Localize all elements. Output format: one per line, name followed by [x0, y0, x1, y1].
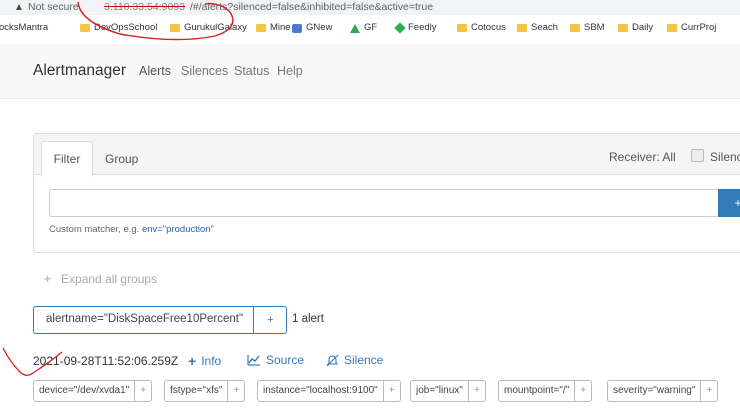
label-add-button[interactable]: +	[467, 381, 485, 401]
bookmark-item[interactable]: DevOpsSchool	[80, 18, 157, 38]
group-add-button[interactable]: +	[253, 307, 287, 333]
source-button[interactable]: Source	[247, 353, 304, 367]
matcher-example: env="production"	[141, 224, 214, 235]
bookmark-item[interactable]: GurukulGalaxy	[170, 18, 247, 38]
bookmark-item[interactable]: Daily	[618, 18, 653, 38]
plus-icon: +	[188, 353, 197, 369]
bell-slash-icon	[326, 354, 339, 366]
alert-timestamp: 2021-09-28T11:52:06.259Z	[33, 354, 179, 368]
silence-button[interactable]: Silence	[326, 353, 383, 367]
label-add-button[interactable]: +	[227, 381, 244, 401]
group-label-text: alertname="DiskSpaceFree10Percent"	[46, 313, 244, 325]
nav-help[interactable]: Help	[277, 64, 303, 78]
brand-link[interactable]: Alertmanager	[33, 62, 126, 80]
bookmark-item[interactable]: Cotocus	[457, 18, 506, 38]
folder-icon	[618, 24, 628, 32]
address-bar[interactable]: ▲ Not secure 3.110.33.54:9093 /#/alerts?…	[0, 0, 740, 15]
nav-alerts[interactable]: Alerts	[139, 64, 171, 78]
gnews-icon	[292, 23, 302, 33]
bookmark-item[interactable]: Seach	[517, 18, 558, 38]
bookmark-item[interactable]: Mine	[256, 18, 291, 38]
silenced-label: Silenced	[710, 150, 740, 164]
tab-group[interactable]: Group	[105, 152, 138, 166]
label-add-button[interactable]: +	[700, 381, 717, 401]
label-chip[interactable]: instance="localhost:9100" +	[257, 380, 401, 402]
folder-icon	[80, 24, 90, 32]
folder-icon	[667, 24, 677, 32]
filter-panel-header: Filter Group Receiver: All Silenced	[34, 134, 740, 177]
nav-status[interactable]: Status	[234, 64, 269, 78]
alert-group-label[interactable]: alertname="DiskSpaceFree10Percent" +	[33, 306, 287, 334]
silenced-checkbox[interactable]	[691, 149, 704, 162]
label-add-button[interactable]: +	[134, 381, 151, 401]
bookmark-item[interactable]: ocksMantra	[0, 18, 48, 38]
warning-icon: ▲	[14, 2, 24, 13]
folder-icon	[256, 24, 266, 32]
plus-icon: +	[44, 272, 52, 286]
nav-silences[interactable]: Silences	[181, 64, 228, 78]
navbar: Alertmanager Alerts Silences Status Help	[0, 44, 740, 99]
label-add-button[interactable]: +	[574, 381, 591, 401]
filter-panel: Filter Group Receiver: All Silenced + Cu…	[33, 133, 740, 253]
label-chip[interactable]: mountpoint="/" +	[498, 380, 593, 402]
label-chip[interactable]: severity="warning" +	[607, 380, 719, 402]
folder-icon	[457, 24, 467, 32]
label-chip[interactable]: fstype="xfs" +	[164, 380, 246, 402]
label-chip[interactable]: job="linux" +	[410, 380, 486, 402]
label-add-button[interactable]: +	[382, 381, 400, 401]
folder-icon	[517, 24, 527, 32]
bookmark-item[interactable]: GF	[350, 18, 377, 38]
bookmark-item[interactable]: SBM	[570, 18, 605, 38]
feedly-icon	[394, 22, 406, 34]
add-filter-button[interactable]: +	[718, 189, 740, 217]
chart-icon	[247, 355, 260, 366]
receiver-select[interactable]: Receiver: All	[609, 150, 676, 164]
tab-filter[interactable]: Filter	[41, 141, 93, 177]
matcher-hint: Custom matcher, e.g. env="production"	[49, 224, 214, 235]
bookmark-item[interactable]: GNew	[292, 18, 332, 38]
filter-input[interactable]	[49, 189, 719, 217]
folder-icon	[570, 24, 580, 32]
drive-icon	[350, 23, 360, 33]
bookmark-item[interactable]: Feedly	[394, 18, 437, 38]
bookmark-item[interactable]: CurrProj	[667, 18, 716, 38]
info-button[interactable]: + Info	[188, 353, 221, 369]
url-host[interactable]: 3.110.33.54:9093	[104, 0, 185, 15]
security-label[interactable]: Not secure	[28, 0, 79, 15]
expand-all-button[interactable]: + Expand all groups	[44, 272, 157, 286]
bookmarks-bar: ocksMantra DevOpsSchool GurukulGalaxy Mi…	[0, 18, 740, 38]
folder-icon	[170, 24, 180, 32]
label-chip[interactable]: device="/dev/xvda1" +	[33, 380, 153, 402]
alert-count: 1 alert	[292, 313, 324, 325]
url-path[interactable]: /#/alerts?silenced=false&inhibited=false…	[190, 0, 433, 15]
